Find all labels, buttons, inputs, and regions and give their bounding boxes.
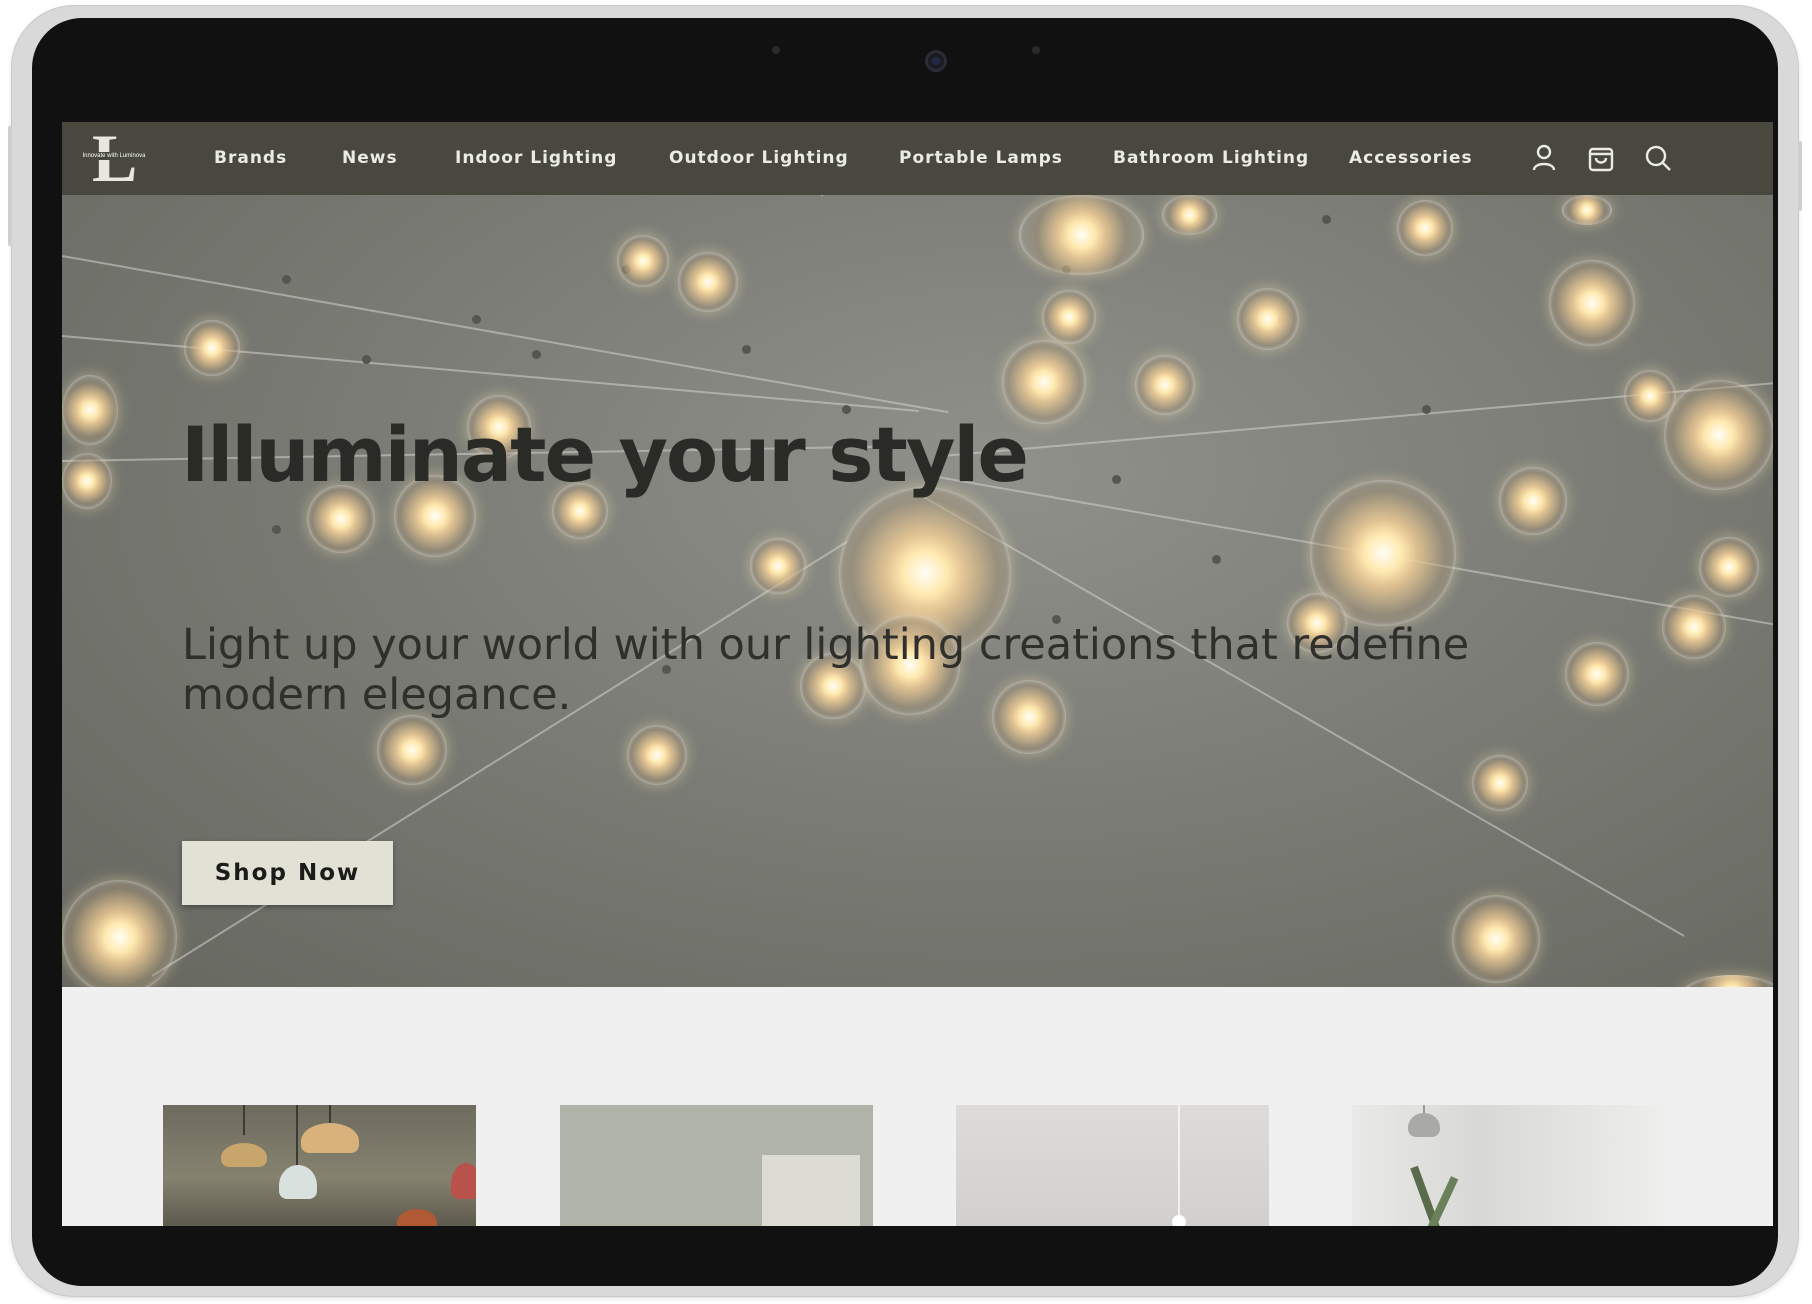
logo-tagline: Innovate with Luminova	[76, 152, 152, 160]
category-card-arc-floor-lamp[interactable]	[1352, 1105, 1665, 1226]
nav-item-news[interactable]: News	[342, 148, 398, 168]
light-bulb	[1699, 537, 1759, 597]
light-bulb	[1042, 290, 1096, 344]
lamp-cord	[329, 1105, 331, 1123]
light-bulb	[1135, 355, 1195, 415]
tablet-frame: L Innovate with Luminova Brands News Ind…	[8, 6, 1802, 1296]
ceiling-dot	[742, 345, 751, 354]
light-bulb	[184, 320, 240, 376]
top-navigation: L Innovate with Luminova Brands News Ind…	[62, 122, 1773, 195]
light-bulb	[1499, 467, 1567, 535]
brand-logo[interactable]: L Innovate with Luminova	[76, 124, 152, 192]
sensor-dot	[1032, 46, 1040, 54]
ceiling-dot	[272, 525, 281, 534]
light-bulb	[1562, 195, 1612, 225]
pendant-lamp-image	[279, 1165, 317, 1199]
pendant-light-image	[1172, 1215, 1186, 1226]
lamp-cord	[1178, 1105, 1180, 1215]
light-bulb	[1682, 975, 1773, 987]
light-cable	[821, 195, 933, 197]
light-bulb	[1162, 195, 1217, 235]
light-bulb	[617, 235, 669, 287]
category-card-minimal-pendant[interactable]	[956, 1105, 1269, 1226]
light-bulb	[1452, 895, 1540, 983]
ceiling-dot	[1422, 405, 1431, 414]
floor-lamp-image	[1408, 1113, 1440, 1137]
light-cable	[151, 540, 848, 977]
light-bulb	[62, 880, 177, 987]
light-bulb	[1397, 200, 1453, 256]
ceiling-dot	[532, 350, 541, 359]
light-bulb	[1662, 595, 1726, 659]
light-bulb	[1472, 755, 1528, 811]
category-card-wall-art[interactable]	[560, 1105, 873, 1226]
nav-item-brands[interactable]: Brands	[214, 148, 287, 168]
light-bulb	[1237, 288, 1299, 350]
lamp-cord	[296, 1105, 298, 1165]
nav-item-bathroom-lighting[interactable]: Bathroom Lighting	[1113, 148, 1309, 168]
category-card-pendant-lamps[interactable]	[163, 1105, 476, 1226]
volume-button	[8, 126, 12, 246]
wall-canvas-image	[762, 1155, 860, 1226]
hero-title: Illuminate your style	[181, 410, 1029, 499]
nav-item-accessories[interactable]: Accessories	[1349, 148, 1473, 168]
light-bulb	[1664, 380, 1773, 490]
pendant-lamp-image	[397, 1209, 437, 1226]
shopping-bag-icon[interactable]	[1586, 142, 1616, 174]
pendant-lamp-image	[451, 1163, 476, 1199]
hero-subtitle: Light up your world with our lighting cr…	[182, 620, 1470, 720]
light-bulb	[1019, 195, 1144, 275]
light-bulb	[627, 725, 687, 785]
shop-now-button[interactable]: Shop Now	[182, 841, 393, 905]
nav-item-portable-lamps[interactable]: Portable Lamps	[899, 148, 1063, 168]
ceiling-dot	[362, 355, 371, 364]
user-icon[interactable]	[1529, 142, 1559, 174]
search-icon[interactable]	[1643, 142, 1673, 174]
ceiling-dot	[472, 315, 481, 324]
power-button	[1798, 141, 1802, 211]
browser-viewport: L Innovate with Luminova Brands News Ind…	[62, 122, 1773, 1226]
hero-banner: Illuminate your style Light up your worl…	[62, 195, 1773, 987]
light-bulb	[678, 252, 738, 312]
pendant-lamp-image	[301, 1123, 359, 1153]
light-bulb	[62, 453, 112, 509]
light-bulb	[750, 538, 806, 594]
sensor-dot	[772, 46, 780, 54]
front-camera	[925, 50, 947, 72]
light-bulb	[1549, 260, 1635, 346]
lamp-cord	[243, 1105, 245, 1135]
nav-item-outdoor-lighting[interactable]: Outdoor Lighting	[669, 148, 849, 168]
light-bulb	[377, 715, 447, 785]
ceiling-dot	[282, 275, 291, 284]
pendant-lamp-image	[221, 1143, 267, 1167]
ceiling-dot	[1112, 475, 1121, 484]
nav-item-indoor-lighting[interactable]: Indoor Lighting	[455, 148, 617, 168]
ceiling-dot	[1212, 555, 1221, 564]
ceiling-dot	[1322, 215, 1331, 224]
tablet-bezel: L Innovate with Luminova Brands News Ind…	[32, 18, 1778, 1286]
light-bulb	[62, 375, 118, 445]
